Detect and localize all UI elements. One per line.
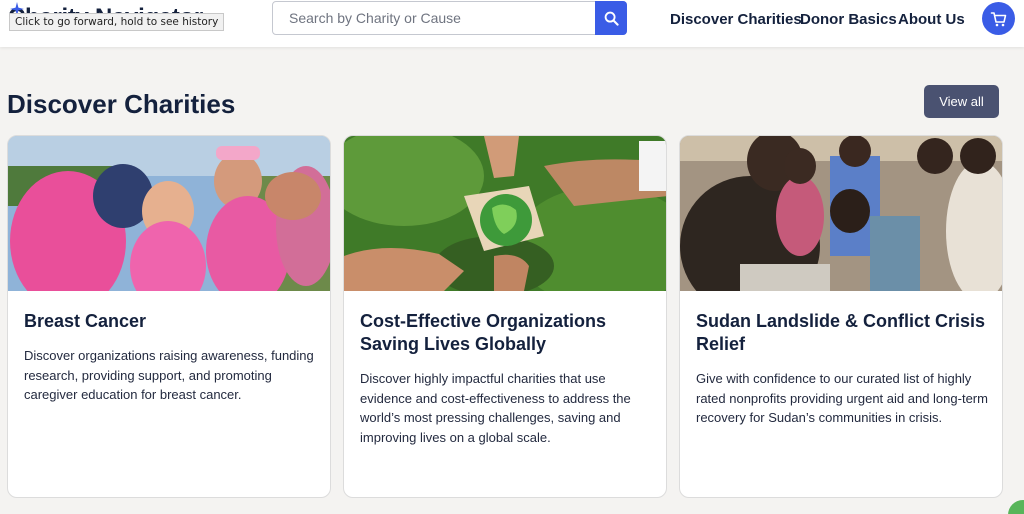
card-description: Discover organizations raising awareness… <box>24 348 314 402</box>
sudan-children-photo <box>680 136 1002 291</box>
search-icon <box>604 11 619 26</box>
search-button[interactable] <box>595 1 627 35</box>
search-bar <box>272 1 627 35</box>
site-header: Charity Navigator Click to go forward, h… <box>0 0 1024 47</box>
card-description: Discover highly impactful charities that… <box>360 371 631 445</box>
cause-card-cost-effective[interactable]: Cost-Effective Organizations Saving Live… <box>343 135 667 498</box>
nav-donor-basics[interactable]: Donor Basics <box>800 11 897 28</box>
cause-card-sudan-relief[interactable]: Sudan Landslide & Conflict Crisis Relief… <box>679 135 1003 498</box>
pink-ribbon-walkers-photo <box>8 136 330 291</box>
cart-icon <box>990 11 1006 26</box>
hands-puzzle-globe-photo <box>344 136 666 291</box>
nav-about-us[interactable]: About Us <box>898 11 965 28</box>
cause-card-breast-cancer[interactable]: Breast Cancer Discover organizations rai… <box>7 135 331 498</box>
view-all-button[interactable]: View all <box>924 85 999 118</box>
card-title: Sudan Landslide & Conflict Crisis Relief <box>696 311 986 354</box>
cart-button[interactable] <box>982 2 1015 35</box>
nav-discover-charities[interactable]: Discover Charities <box>670 11 802 28</box>
section-title: Discover Charities <box>7 89 236 119</box>
chat-widget-icon[interactable] <box>1008 500 1024 514</box>
browser-tooltip: Click to go forward, hold to see history <box>9 13 225 31</box>
search-input[interactable] <box>273 2 596 34</box>
card-description: Give with confidence to our curated list… <box>696 371 988 425</box>
card-title: Breast Cancer <box>24 311 147 331</box>
card-title: Cost-Effective Organizations Saving Live… <box>360 311 607 354</box>
